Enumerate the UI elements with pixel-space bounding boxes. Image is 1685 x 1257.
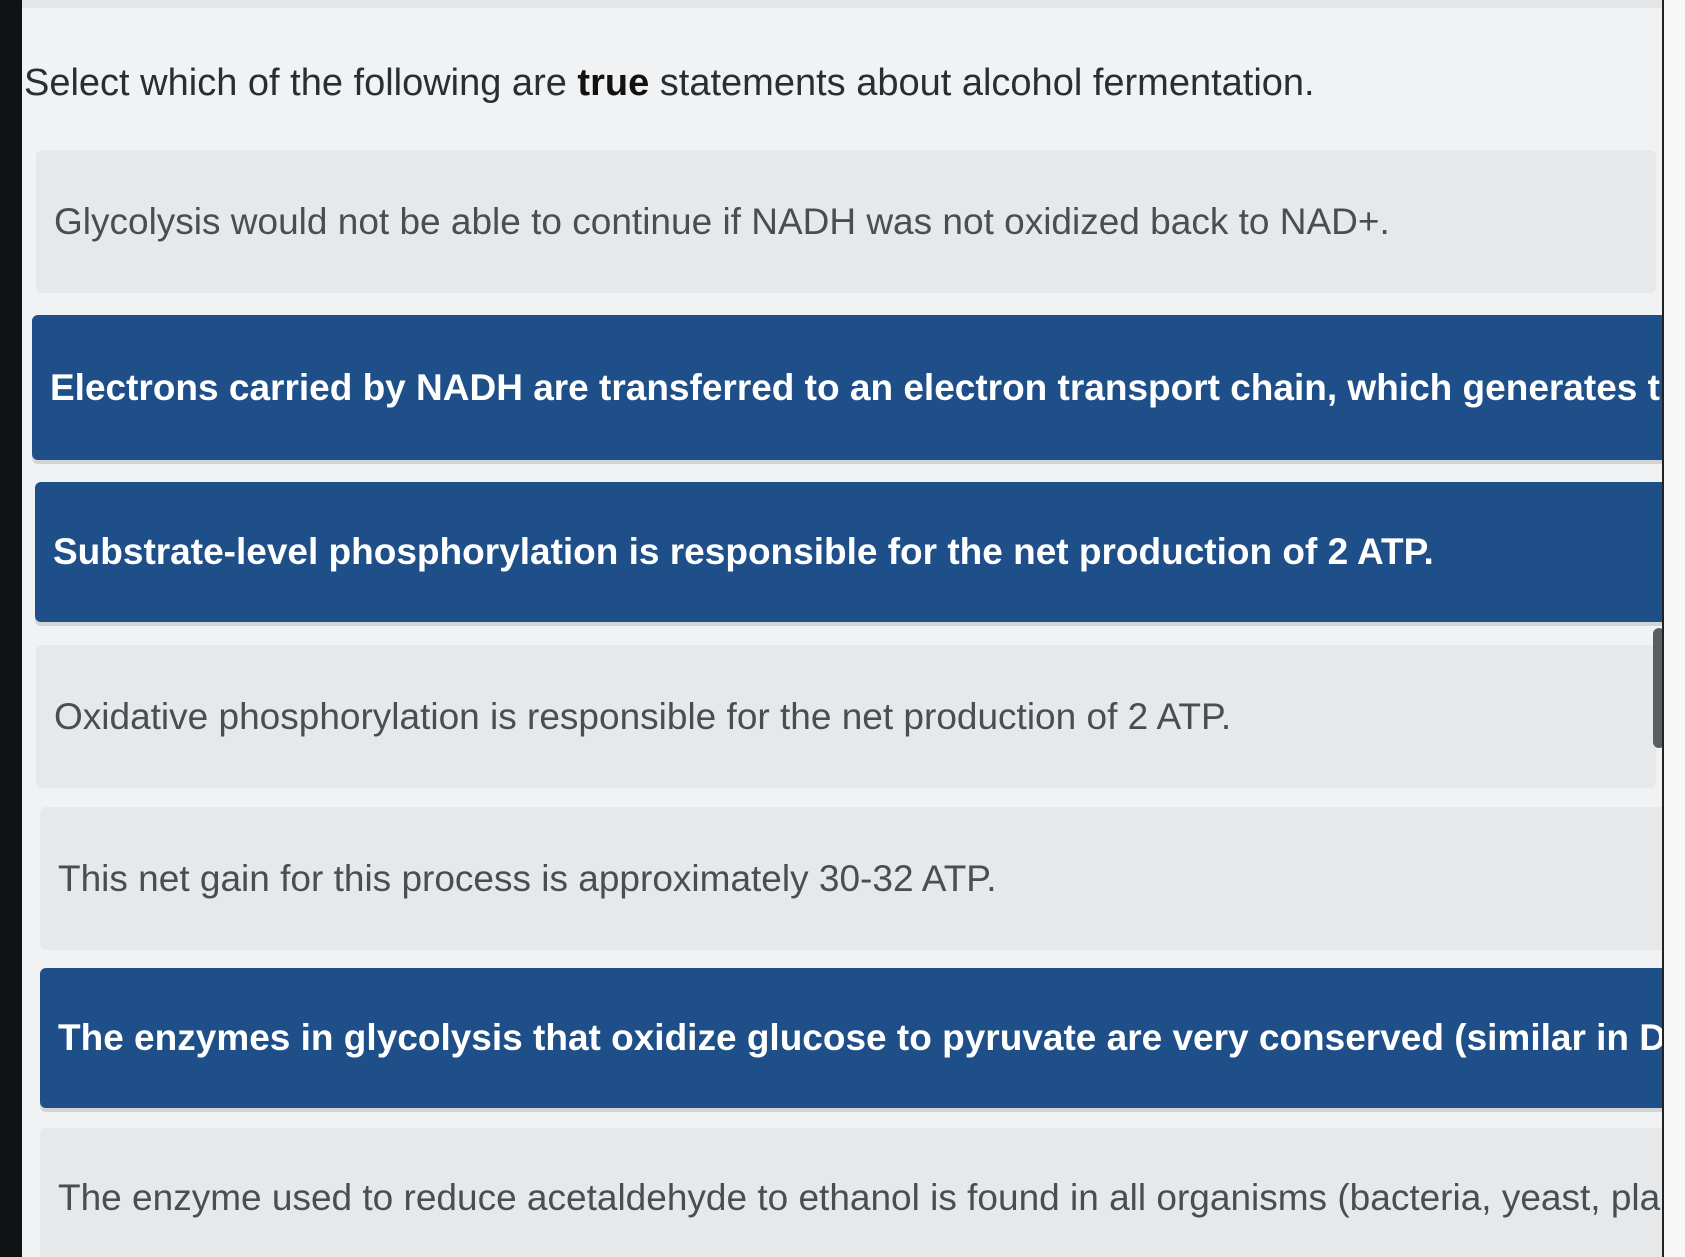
answer-option-label: The enzyme used to reduce acetaldehyde t… xyxy=(58,1177,1662,1218)
answer-option-2-selected[interactable]: Electrons carried by NADH are transferre… xyxy=(32,315,1662,460)
answer-option-6-selected[interactable]: The enzymes in glycolysis that oxidize g… xyxy=(40,968,1662,1108)
answer-option-3-selected[interactable]: Substrate-level phosphorylation is respo… xyxy=(35,482,1662,622)
answer-option-label: Electrons carried by NADH are transferre… xyxy=(50,366,1662,408)
answer-option-4[interactable]: Oxidative phosphorylation is responsible… xyxy=(36,645,1656,788)
answer-option-5[interactable]: This net gain for this process is approx… xyxy=(40,807,1662,950)
answer-option-label: Oxidative phosphorylation is responsible… xyxy=(54,695,1232,737)
question-prefix: Select which of the following are xyxy=(24,62,578,104)
answer-option-label: The enzymes in glycolysis that oxidize g… xyxy=(58,1017,1662,1058)
answer-option-label: Glycolysis would not be able to continue… xyxy=(54,200,1390,242)
scrollbar-thumb[interactable] xyxy=(1653,628,1662,748)
question-suffix: statements about alcohol fermentation. xyxy=(649,62,1315,104)
question-emphasis: true xyxy=(577,62,650,104)
answer-option-label: Substrate-level phosphorylation is respo… xyxy=(53,531,1434,572)
answer-option-label: This net gain for this process is approx… xyxy=(58,857,997,899)
adjacent-pane-edge xyxy=(1662,0,1685,1257)
top-edge xyxy=(22,0,1662,8)
question-text: Select which of the following are true s… xyxy=(24,62,1315,105)
quiz-screen: Select which of the following are true s… xyxy=(22,0,1662,1257)
answer-option-1[interactable]: Glycolysis would not be able to continue… xyxy=(36,150,1656,293)
answer-option-7[interactable]: The enzyme used to reduce acetaldehyde t… xyxy=(40,1128,1662,1257)
